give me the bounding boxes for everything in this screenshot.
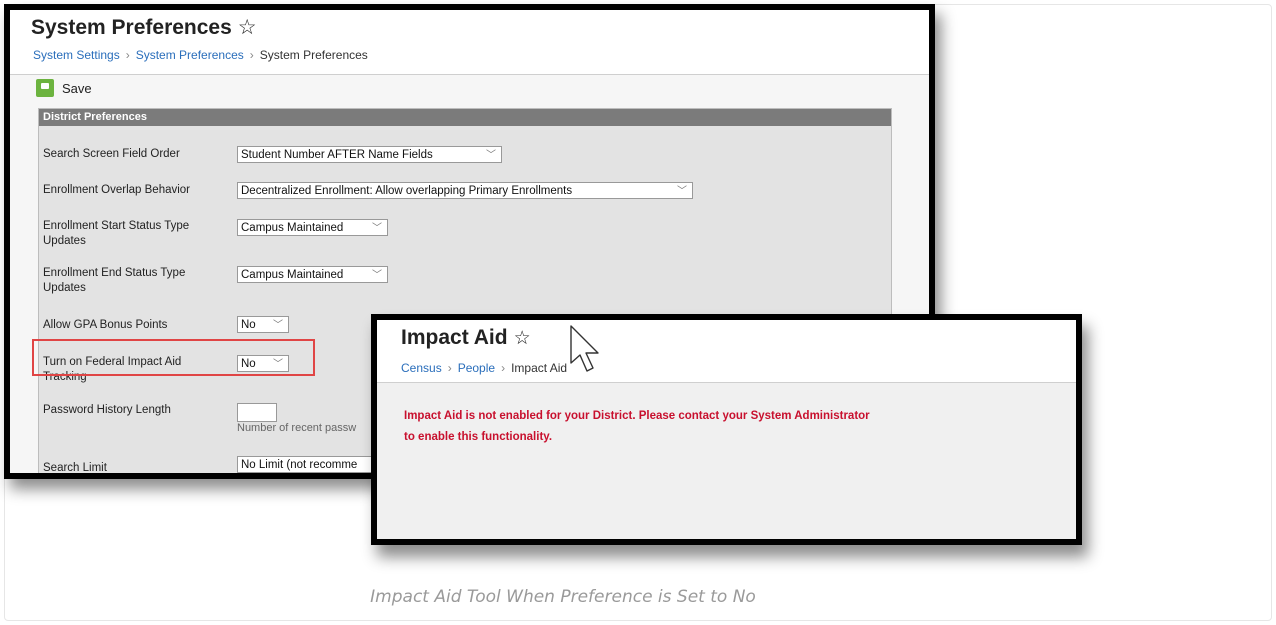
breadcrumb-current: Impact Aid	[511, 361, 568, 375]
figure-caption: Impact Aid Tool When Preference is Set t…	[370, 587, 756, 607]
search-screen-field-order-select[interactable]: Student Number AFTER Name Fields ﹀	[237, 146, 502, 163]
breadcrumb-census[interactable]: Census	[401, 361, 442, 375]
field-label: Allow GPA Bonus Points	[43, 319, 168, 331]
field-label: Enrollment Overlap Behavior	[43, 184, 191, 196]
password-history-input[interactable]	[237, 403, 277, 422]
favorite-star-icon[interactable]: ☆	[514, 328, 531, 349]
breadcrumb-system-settings[interactable]: System Settings	[33, 48, 120, 62]
not-enabled-message: Impact Aid is not enabled for your Distr…	[404, 410, 870, 443]
section-header: District Preferences	[39, 109, 891, 126]
field-label: Password History Length	[43, 404, 171, 416]
chevron-down-icon: ﹀	[677, 186, 687, 197]
enrollment-overlap-select[interactable]: Decentralized Enrollment: Allow overlapp…	[237, 182, 693, 199]
mouse-cursor-icon	[570, 325, 599, 372]
highlight-box	[32, 339, 315, 376]
chevron-down-icon: ﹀	[372, 223, 382, 234]
field-label: Enrollment Start Status Type Updates	[43, 220, 190, 247]
impact-aid-screenshot: Impact Aid ☆ Census › People › Impact Aid Imp…	[371, 314, 1082, 545]
chevron-right-icon: ›	[501, 361, 506, 375]
breadcrumb-current: System Preferences	[259, 48, 368, 62]
page-title: Impact Aid ☆	[401, 326, 531, 349]
breadcrumb: System Settings › System Preferences › Syste…	[33, 48, 368, 62]
field-label: Search Limit	[43, 462, 107, 474]
chevron-right-icon: ›	[447, 361, 452, 375]
favorite-star-icon[interactable]: ☆	[238, 16, 257, 39]
field-hint: Number of recent passw	[237, 422, 357, 434]
breadcrumb-system-preferences[interactable]: System Preferences	[136, 48, 244, 62]
enrollment-end-status-select[interactable]: Campus Maintained ﹀	[237, 266, 388, 283]
field-label: Enrollment End Status Type Updates	[43, 267, 186, 294]
chevron-down-icon: ﹀	[372, 270, 382, 281]
breadcrumb-people[interactable]: People	[458, 361, 495, 375]
gpa-bonus-points-select[interactable]: No ﹀	[237, 316, 289, 333]
save-icon[interactable]	[36, 79, 54, 97]
field-label: Search Screen Field Order	[43, 148, 180, 160]
save-button[interactable]: Save	[62, 81, 92, 96]
chevron-down-icon: ﹀	[486, 150, 496, 161]
enrollment-start-status-select[interactable]: Campus Maintained ﹀	[237, 219, 388, 236]
chevron-right-icon: ›	[125, 48, 130, 62]
chevron-down-icon: ﹀	[273, 320, 283, 331]
chevron-right-icon: ›	[249, 48, 254, 62]
breadcrumb: Census › People › Impact Aid	[401, 361, 567, 375]
page-title: System Preferences ☆	[31, 16, 257, 39]
